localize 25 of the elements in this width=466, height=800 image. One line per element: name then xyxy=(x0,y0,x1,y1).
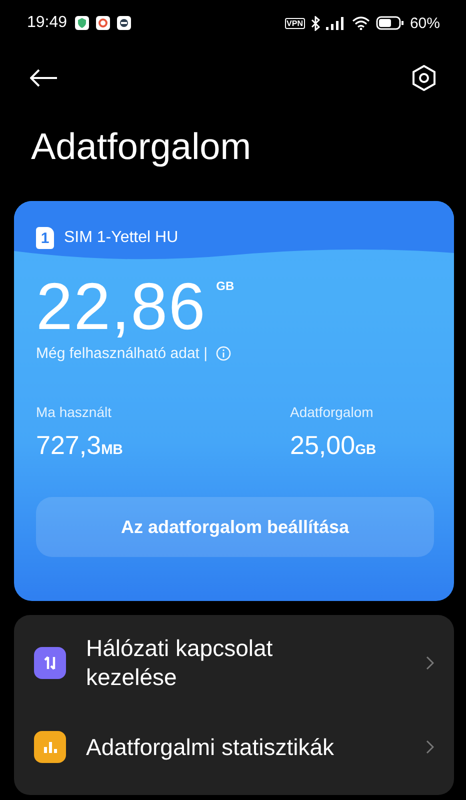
stat-value: 727,3MB xyxy=(36,430,124,461)
bluetooth-icon xyxy=(310,16,320,30)
settings-icon[interactable] xyxy=(412,65,436,91)
sim-card-icon: 1 xyxy=(36,227,54,249)
menu-item[interactable]: Adatforgalmi statisztikák xyxy=(86,732,406,762)
shield-icon xyxy=(75,16,90,30)
battery-icon xyxy=(376,16,404,30)
battery-percentage: 60% xyxy=(410,14,440,32)
sim-name: SIM 1-Yettel HU xyxy=(64,229,178,247)
remaining-label: Még felhasználható adat | xyxy=(36,345,208,362)
ring-icon xyxy=(96,16,110,30)
back-arrow-icon[interactable] xyxy=(30,69,58,87)
wifi-icon xyxy=(352,16,370,30)
remaining-data: 22,86 xyxy=(36,271,206,341)
chevron-right-icon xyxy=(426,656,434,670)
remaining-unit: GB xyxy=(216,279,234,293)
clock: 19:49 xyxy=(27,14,68,32)
chevron-right-icon xyxy=(426,740,434,754)
stat-value: 25,00GB xyxy=(290,430,376,461)
stat-label: Adatforgalom xyxy=(290,404,374,420)
signal-icon xyxy=(326,16,346,30)
stat-label: Ma használt xyxy=(36,404,112,420)
vpn-indicator: VPN xyxy=(284,18,305,28)
page-title: Adatforgalom xyxy=(31,126,252,169)
menu-item[interactable]: Hálózati kapcsolat kezelése xyxy=(86,634,326,692)
